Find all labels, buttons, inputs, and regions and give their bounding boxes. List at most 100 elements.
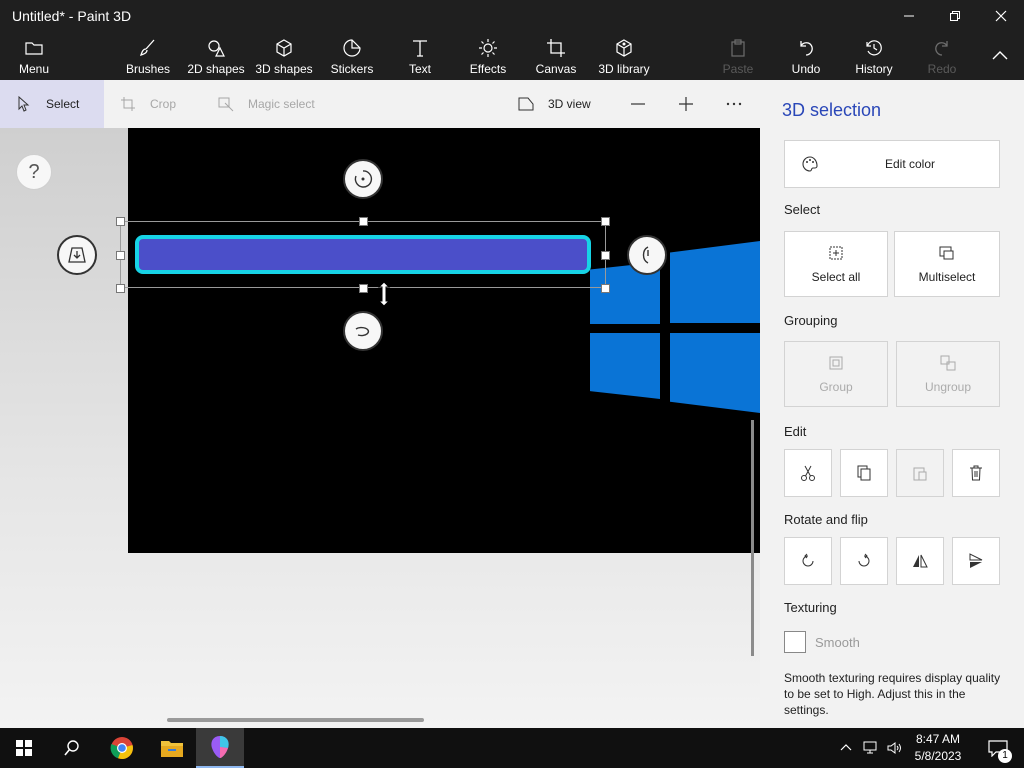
- redo-label: Redo: [927, 62, 957, 76]
- cut-button[interactable]: [784, 449, 832, 497]
- stickers-button[interactable]: Stickers: [328, 32, 376, 80]
- ungroup-button[interactable]: Ungroup: [896, 341, 1000, 407]
- 3d-shapes-button[interactable]: 3D shapes: [254, 32, 314, 80]
- smooth-checkbox[interactable]: [784, 631, 806, 653]
- undo-button[interactable]: Undo: [786, 32, 826, 80]
- volume-button[interactable]: [884, 728, 906, 768]
- rotate-right-button[interactable]: [840, 537, 888, 585]
- depth-push-icon: [68, 247, 86, 263]
- windows-logo-pane: [670, 241, 760, 323]
- canvas-label: Canvas: [535, 62, 577, 76]
- group-button[interactable]: Group: [784, 341, 888, 407]
- system-clock[interactable]: 8:47 AM 5/8/2023: [910, 731, 966, 765]
- workspace[interactable]: ?: [0, 128, 760, 728]
- scissors-icon: [801, 465, 815, 481]
- minimize-button[interactable]: [886, 0, 932, 32]
- horizontal-scrollbar[interactable]: [167, 718, 424, 722]
- start-button[interactable]: [0, 728, 48, 768]
- network-icon: [863, 741, 877, 754]
- paste-selection-button[interactable]: [896, 449, 944, 497]
- rotate-icon: [354, 170, 373, 188]
- minimize-icon: [904, 15, 914, 17]
- selected-3d-shape[interactable]: [135, 235, 591, 274]
- more-dots-icon: [726, 102, 742, 106]
- 3d-view-toggle[interactable]: 3D view: [518, 80, 608, 128]
- group-label: Group: [819, 380, 853, 394]
- flip-horizontal-button[interactable]: [896, 537, 944, 585]
- text-button[interactable]: Text: [402, 32, 438, 80]
- restore-button[interactable]: [932, 0, 978, 32]
- 3d-view-icon: [518, 97, 534, 111]
- resize-handle[interactable]: [359, 217, 368, 226]
- rotate-z-handle[interactable]: [343, 311, 383, 351]
- resize-handle[interactable]: [601, 284, 610, 293]
- 3d-library-button[interactable]: 3D library: [596, 32, 652, 80]
- sun-icon: [479, 39, 497, 57]
- ungroup-label: Ungroup: [924, 380, 972, 394]
- flip-vertical-button[interactable]: [952, 537, 1000, 585]
- cube-icon: [276, 39, 292, 57]
- magic-select-tool[interactable]: Magic select: [218, 80, 328, 128]
- taskbar-paint-3d[interactable]: [196, 728, 244, 768]
- paste-button[interactable]: Paste: [718, 32, 758, 80]
- help-button[interactable]: ?: [16, 154, 52, 190]
- magic-select-icon: [218, 97, 234, 112]
- close-button[interactable]: [978, 0, 1024, 32]
- taskbar-search-button[interactable]: [48, 728, 96, 768]
- resize-handle[interactable]: [601, 251, 610, 260]
- drawing-canvas[interactable]: [128, 128, 760, 553]
- menu-button[interactable]: Menu: [12, 32, 56, 80]
- magic-select-label: Magic select: [248, 97, 315, 111]
- copy-button[interactable]: [840, 449, 888, 497]
- crop-tool-label: Crop: [150, 97, 177, 111]
- resize-handle[interactable]: [601, 217, 610, 226]
- zoom-out-button[interactable]: [630, 80, 650, 128]
- resize-handle[interactable]: [116, 284, 125, 293]
- resize-handle[interactable]: [359, 284, 368, 293]
- action-center-button[interactable]: 1: [978, 728, 1018, 768]
- 2d-shapes-label: 2D shapes: [187, 62, 245, 76]
- folder-icon: [25, 42, 43, 55]
- rotate-y-handle[interactable]: [627, 235, 667, 275]
- history-button[interactable]: History: [852, 32, 896, 80]
- edit-color-button[interactable]: Edit color: [784, 140, 1000, 188]
- effects-button[interactable]: Effects: [466, 32, 510, 80]
- redo-icon: [935, 41, 948, 56]
- show-hidden-icons-button[interactable]: [836, 728, 856, 768]
- zoom-in-button[interactable]: [678, 80, 698, 128]
- windows-logo-pane: [670, 333, 760, 413]
- resize-handle[interactable]: [116, 251, 125, 260]
- network-button[interactable]: [860, 728, 882, 768]
- texturing-section-label: Texturing: [784, 600, 837, 615]
- notification-badge: 1: [998, 749, 1012, 763]
- rotate-x-handle[interactable]: [343, 159, 383, 199]
- rotate-left-icon: [802, 553, 814, 567]
- history-icon: [866, 40, 882, 56]
- chevron-up-icon: [840, 744, 852, 751]
- select-all-button[interactable]: Select all: [784, 231, 888, 297]
- stickers-label: Stickers: [330, 62, 374, 76]
- resize-handle[interactable]: [116, 217, 125, 226]
- help-label: ?: [28, 160, 40, 183]
- rotate-left-button[interactable]: [784, 537, 832, 585]
- redo-button[interactable]: Redo: [922, 32, 962, 80]
- taskbar-file-explorer[interactable]: [148, 728, 196, 768]
- taskbar-chrome[interactable]: [98, 728, 146, 768]
- select-tool[interactable]: Select: [0, 80, 104, 128]
- ungroup-icon: [940, 355, 956, 371]
- vertical-scrollbar[interactable]: [751, 420, 754, 656]
- crop-tool[interactable]: Crop: [120, 80, 190, 128]
- sticker-icon: [343, 39, 361, 57]
- delete-button[interactable]: [952, 449, 1000, 497]
- collapse-ribbon-button[interactable]: [984, 32, 1016, 80]
- 3d-view-label: 3D view: [548, 97, 591, 111]
- more-options-button[interactable]: [726, 80, 746, 128]
- depth-handle[interactable]: [57, 235, 97, 275]
- paste-icon: [731, 39, 745, 57]
- title-bar: Untitled* - Paint 3D: [0, 0, 1024, 32]
- brushes-button[interactable]: Brushes: [122, 32, 174, 80]
- windows-start-icon: [16, 740, 32, 756]
- 2d-shapes-button[interactable]: 2D shapes: [186, 32, 246, 80]
- multiselect-button[interactable]: Multiselect: [894, 231, 1000, 297]
- canvas-button[interactable]: Canvas: [534, 32, 578, 80]
